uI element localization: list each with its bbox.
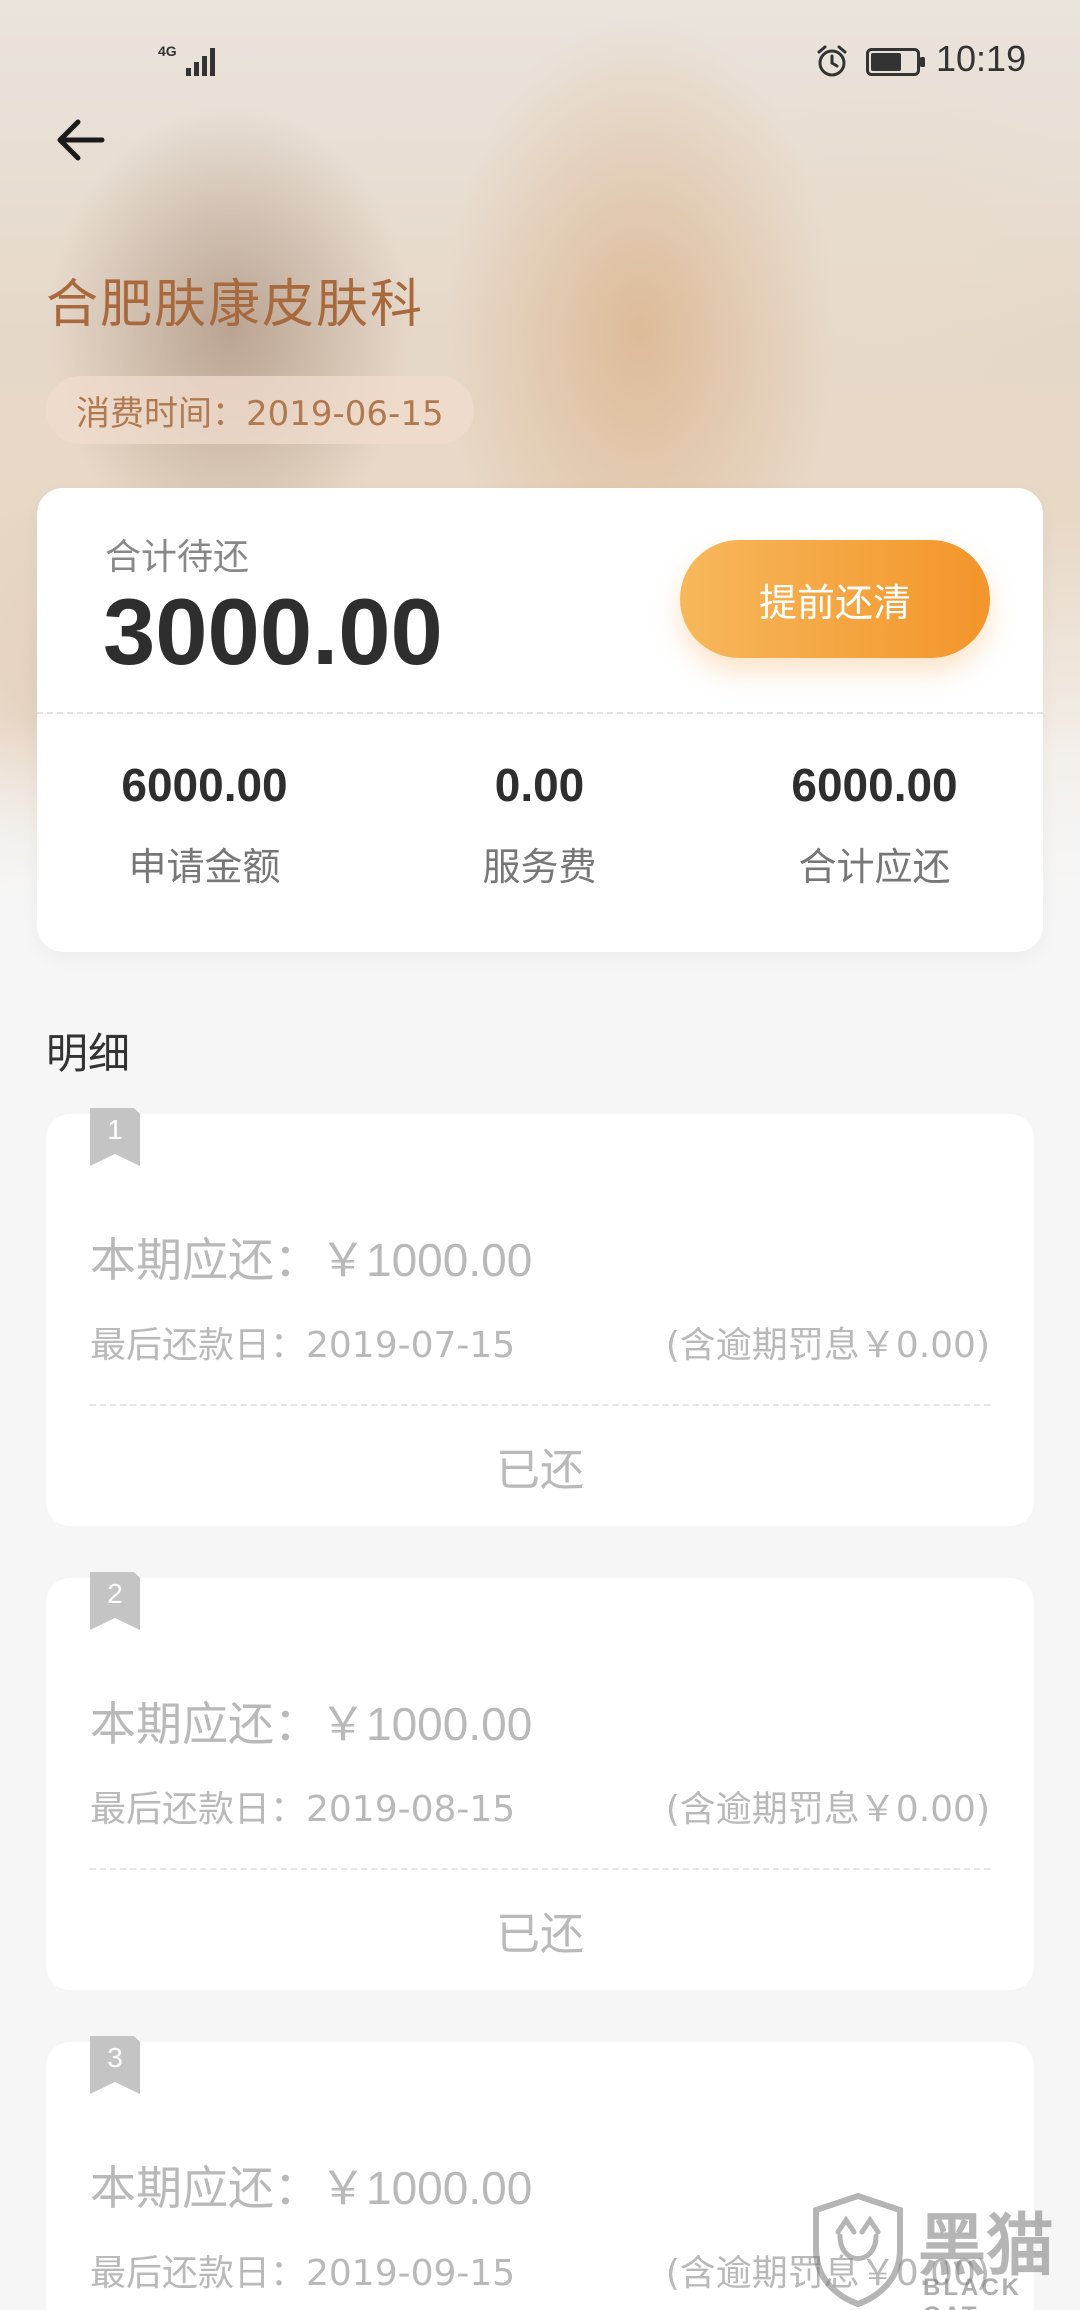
- installment-due: 本期应还：￥1000.00: [90, 2152, 532, 2218]
- signal-icon: 4G: [158, 40, 218, 80]
- installment-status: 已还: [496, 1445, 584, 1496]
- due-label: 本期应还：: [90, 1233, 320, 1287]
- details-title: 明细: [46, 1029, 131, 1078]
- status-bar: 4G 10:19: [0, 0, 1080, 120]
- installment-due: 本期应还：￥1000.00: [90, 1224, 532, 1290]
- installment-status: 已还: [496, 1909, 584, 1960]
- installment-deadline: 最后还款日：2019-08-15: [90, 1789, 516, 1830]
- stat-caption: 申请金额: [128, 845, 281, 889]
- due-label: 本期应还：: [90, 2161, 320, 2215]
- installment-index: 2: [107, 1578, 123, 1609]
- status-time: 10:19: [936, 38, 1027, 79]
- installment-divider: [90, 1404, 990, 1406]
- installment-card[interactable]: 1 本期应还：￥1000.00 最后还款日：2019-07-15 (含逾期罚息￥…: [46, 1108, 1034, 1526]
- due-label: 本期应还：: [90, 1697, 320, 1751]
- total-pending-label: 合计待还: [105, 537, 250, 578]
- consumption-date: 消费时间：2019-06-15: [46, 376, 474, 444]
- stat-total-due: 6000.00 合计应还: [707, 758, 1042, 891]
- back-arrow-icon[interactable]: [50, 112, 110, 168]
- installment-due: 本期应还：￥1000.00: [90, 1688, 532, 1754]
- alarm-icon: [817, 45, 847, 77]
- summary-card: 合计待还 3000.00 提前还清 6000.00 申请金额 0.00 服务费 …: [37, 488, 1043, 952]
- stat-caption: 合计应还: [798, 845, 951, 889]
- installment-deadline: 最后还款日：2019-07-15: [90, 1325, 516, 1366]
- installment-penalty: (含逾期罚息￥0.00): [665, 1789, 990, 1830]
- black-cat-watermark: 黑猫 BLACK CAT: [808, 2190, 1080, 2310]
- installment-penalty: (含逾期罚息￥0.00): [665, 1325, 990, 1366]
- installment-deadline: 最后还款日：2019-09-15: [90, 2253, 516, 2294]
- installment-index-tag: 1: [90, 1108, 140, 1166]
- installment-divider: [90, 1868, 990, 1870]
- stat-value: 6000.00: [791, 759, 958, 811]
- total-pending-amount: 3000.00: [103, 579, 443, 684]
- pay-off-early-button[interactable]: 提前还清: [680, 540, 990, 658]
- stat-applied-amount: 6000.00 申请金额: [37, 758, 372, 891]
- due-amount: ￥1000.00: [320, 1698, 533, 1750]
- stat-caption: 服务费: [482, 845, 597, 889]
- cat-shield-icon: [813, 2192, 903, 2308]
- due-amount: ￥1000.00: [320, 2162, 533, 2214]
- stat-value: 0.00: [494, 759, 585, 811]
- battery-icon: [866, 48, 925, 76]
- watermark-en: BLACK CAT: [923, 2274, 1022, 2310]
- installment-index: 1: [107, 1114, 123, 1145]
- merchant-name: 合肥肤康皮肤科: [46, 275, 425, 335]
- network-type: 4G: [158, 43, 177, 59]
- due-amount: ￥1000.00: [320, 1234, 533, 1286]
- stat-value: 6000.00: [121, 759, 288, 811]
- consumption-date-text: 消费时间：2019-06-15: [76, 393, 444, 434]
- stat-service-fee: 0.00 服务费: [372, 758, 707, 891]
- installment-index-tag: 2: [90, 1572, 140, 1630]
- installment-index-tag: 3: [90, 2036, 140, 2094]
- installment-card[interactable]: 2 本期应还：￥1000.00 最后还款日：2019-08-15 (含逾期罚息￥…: [46, 1572, 1034, 1990]
- summary-divider: [37, 712, 1043, 714]
- installment-index: 3: [107, 2042, 123, 2073]
